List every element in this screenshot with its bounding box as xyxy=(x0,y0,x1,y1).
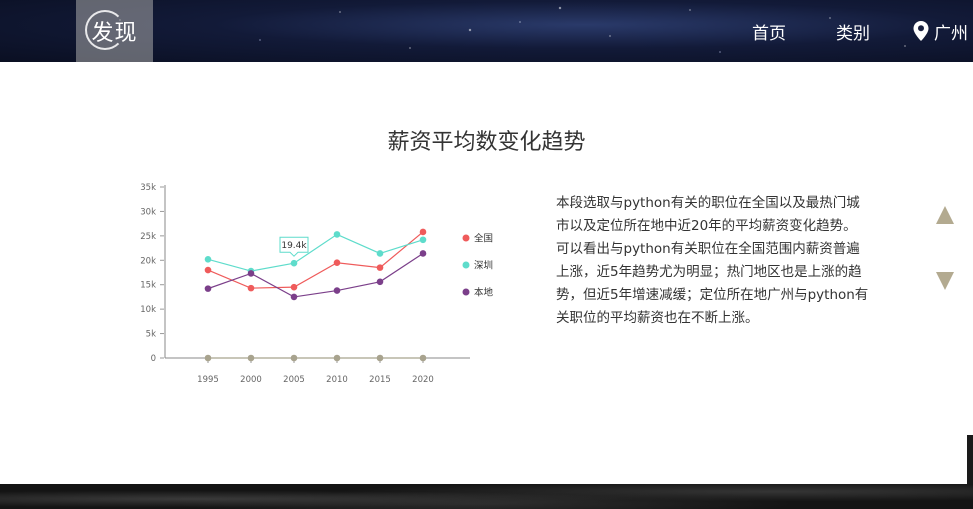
data-point xyxy=(247,270,255,277)
legend-label: 本地 xyxy=(474,287,494,299)
nav-city-label: 广州 xyxy=(934,23,968,44)
y-tick-label: 35k xyxy=(140,183,156,193)
data-point xyxy=(333,231,341,238)
legend-marker xyxy=(462,261,470,269)
y-tick-label: 20k xyxy=(140,256,156,266)
edge-shadow xyxy=(967,435,973,484)
series-line xyxy=(207,233,424,272)
y-tick-label: 10k xyxy=(140,305,156,315)
logo-text: 发现 xyxy=(91,21,138,46)
x-tick-label: 2005 xyxy=(283,375,305,385)
data-point xyxy=(419,228,427,236)
description-paragraph-1: 本段选取与python有关的职位在全国以及最热门城市以及定位所在地中近20年的平… xyxy=(556,195,860,234)
x-tick-label: 2015 xyxy=(369,375,391,385)
tooltip-label: 19.4k xyxy=(281,241,307,251)
y-tick-label: 0 xyxy=(151,354,156,364)
x-tick-label: 1995 xyxy=(197,375,219,385)
data-point xyxy=(333,354,341,362)
map-pin-icon xyxy=(913,21,929,41)
legend-marker xyxy=(462,288,470,296)
data-point xyxy=(204,266,212,274)
data-point xyxy=(290,293,298,301)
data-point xyxy=(419,236,427,244)
x-tick-label: 2000 xyxy=(240,375,262,385)
legend-label: 深圳 xyxy=(474,261,493,272)
y-tick-label: 30k xyxy=(140,207,156,217)
legend-label: 全国 xyxy=(474,233,493,245)
data-point xyxy=(247,354,255,362)
y-tick-label: 25k xyxy=(140,232,156,242)
data-point xyxy=(333,259,341,267)
triangle-down-icon[interactable] xyxy=(936,272,954,290)
data-point xyxy=(247,284,255,292)
data-point xyxy=(376,278,384,286)
triangle-up-icon[interactable] xyxy=(936,206,954,224)
nav-category[interactable]: 类别 xyxy=(836,0,870,62)
nav-city[interactable]: 广州 xyxy=(912,0,968,62)
data-point xyxy=(376,354,384,362)
data-point xyxy=(290,354,298,362)
description: 本段选取与python有关的职位在全国以及最热门城市以及定位所在地中近20年的平… xyxy=(556,192,872,330)
x-tick-label: 2020 xyxy=(412,375,434,385)
data-point xyxy=(376,250,384,257)
y-tick-label: 15k xyxy=(140,281,156,291)
data-point xyxy=(419,250,427,257)
salary-trend-chart: 0 5k 10k 15k 20k 25k 30k 35k 1995 2000 2005 2010 201… xyxy=(140,183,494,385)
content-panel-bottom xyxy=(0,435,967,484)
data-point xyxy=(333,287,341,294)
data-point xyxy=(376,264,384,271)
data-point xyxy=(419,354,427,362)
data-point xyxy=(204,256,212,263)
logo[interactable]: 发现 xyxy=(76,0,153,62)
section-title: 薪资平均数变化趋势 xyxy=(387,130,586,155)
series-line xyxy=(207,231,424,289)
data-point xyxy=(204,285,212,292)
data-point xyxy=(290,283,298,291)
data-point xyxy=(204,354,212,362)
legend-marker xyxy=(462,234,470,242)
nav-home[interactable]: 首页 xyxy=(752,0,786,62)
data-point xyxy=(290,259,298,267)
footer-background xyxy=(0,484,973,509)
description-paragraph-2: 可以看出与python有关职位在全国范围内薪资普遍上涨，近5年趋势尤为明显；热门… xyxy=(556,241,869,326)
x-tick-label: 2010 xyxy=(326,375,348,385)
y-tick-label: 5k xyxy=(146,330,156,340)
